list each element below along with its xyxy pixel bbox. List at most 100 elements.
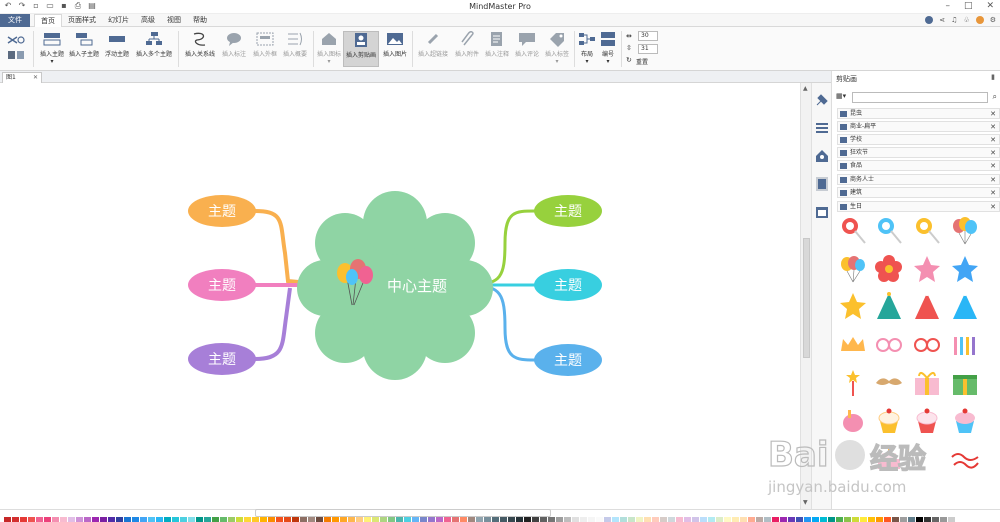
category-item[interactable]: 商务人士 ✕	[837, 174, 1000, 185]
color-swatch[interactable]	[580, 517, 587, 522]
color-swatch[interactable]	[660, 517, 667, 522]
color-swatch[interactable]	[388, 517, 395, 522]
color-swatch[interactable]	[4, 517, 11, 522]
format-painter-icon[interactable]	[5, 33, 27, 63]
mustache-icon[interactable]	[874, 367, 904, 397]
lollipop-icon[interactable]	[874, 216, 904, 246]
insert-attachment-button[interactable]: 插入附件	[453, 31, 481, 67]
color-swatch[interactable]	[860, 517, 867, 522]
close-icon[interactable]: ✕	[990, 122, 996, 132]
cloud-icon[interactable]	[925, 16, 934, 24]
floating-topic-button[interactable]: 浮动主题	[103, 31, 131, 67]
scroll-down-icon[interactable]: ▼	[803, 499, 808, 506]
gift-box-icon[interactable]	[950, 367, 980, 397]
category-item[interactable]: 昆虫 ✕	[837, 108, 1000, 119]
color-swatch[interactable]	[140, 517, 147, 522]
color-swatch[interactable]	[476, 517, 483, 522]
color-swatch[interactable]	[612, 517, 619, 522]
color-swatch[interactable]	[220, 517, 227, 522]
color-swatch[interactable]	[324, 517, 331, 522]
color-swatch[interactable]	[52, 517, 59, 522]
insert-topic-button[interactable]: 插入主题 ▾	[38, 31, 66, 67]
color-swatch[interactable]	[500, 517, 507, 522]
color-swatch[interactable]	[916, 517, 923, 522]
magic-wand-icon[interactable]	[838, 367, 868, 397]
color-swatch[interactable]	[548, 517, 555, 522]
close-icon[interactable]: ✕	[990, 161, 996, 171]
settings-icon[interactable]: ⚙	[990, 16, 996, 24]
topic-node-left-2[interactable]: 主题	[188, 269, 256, 301]
color-swatch[interactable]	[812, 517, 819, 522]
party-hat-icon[interactable]	[950, 291, 980, 321]
topic-node-right-3[interactable]: 主题	[534, 344, 602, 376]
star-icon[interactable]	[838, 291, 868, 321]
color-swatch[interactable]	[428, 517, 435, 522]
insert-comment-button[interactable]: 插入评论	[513, 31, 541, 67]
color-swatch[interactable]	[452, 517, 459, 522]
topic-node-right-2[interactable]: 主题	[534, 269, 602, 301]
share-icon[interactable]: ⋖	[939, 16, 945, 24]
pin-icon[interactable]: ▮	[991, 73, 995, 81]
lollipop-icon[interactable]	[838, 216, 868, 246]
color-swatch[interactable]	[708, 517, 715, 522]
color-swatch[interactable]	[740, 517, 747, 522]
category-item[interactable]: 商业-扁平 ✕	[837, 121, 1000, 132]
tab-page-style[interactable]: 页面样式	[62, 14, 102, 27]
color-swatch[interactable]	[572, 517, 579, 522]
color-swatch[interactable]	[748, 517, 755, 522]
color-swatch[interactable]	[772, 517, 779, 522]
color-swatch[interactable]	[196, 517, 203, 522]
color-swatch[interactable]	[236, 517, 243, 522]
insert-boundary-button[interactable]: 插入外框	[251, 31, 279, 67]
balloons-icon[interactable]	[950, 216, 980, 246]
tab-advanced[interactable]: 高级	[135, 14, 161, 27]
color-swatch[interactable]	[292, 517, 299, 522]
insert-image-button[interactable]: 插入图片	[381, 31, 409, 67]
color-swatch[interactable]	[12, 517, 19, 522]
color-swatch[interactable]	[732, 517, 739, 522]
color-swatch[interactable]	[644, 517, 651, 522]
star-icon[interactable]	[912, 254, 942, 284]
color-swatch[interactable]	[116, 517, 123, 522]
color-swatch[interactable]	[764, 517, 771, 522]
close-icon[interactable]: ✕	[990, 148, 996, 158]
format-tool-icon[interactable]	[815, 93, 829, 107]
insert-icon-button[interactable]: 插入图标 ▾	[316, 31, 342, 67]
color-swatch[interactable]	[188, 517, 195, 522]
scroll-up-icon[interactable]: ▲	[803, 85, 808, 92]
icons-panel-icon[interactable]	[815, 149, 829, 163]
color-swatch[interactable]	[316, 517, 323, 522]
color-swatch[interactable]	[372, 517, 379, 522]
color-swatch[interactable]	[28, 517, 35, 522]
outline-icon[interactable]	[815, 121, 829, 135]
close-tab-icon[interactable]: ✕	[33, 73, 38, 83]
color-swatch[interactable]	[228, 517, 235, 522]
insert-clipart-button[interactable]: 插入剪贴画	[343, 31, 379, 67]
maximize-button[interactable]: □	[964, 1, 973, 11]
color-swatch[interactable]	[124, 517, 131, 522]
numbering-button[interactable]: 编号 ▾	[598, 31, 618, 67]
gift-box-icon[interactable]	[912, 367, 942, 397]
color-swatch[interactable]	[20, 517, 27, 522]
color-swatch[interactable]	[180, 517, 187, 522]
star-icon[interactable]	[950, 254, 980, 284]
horizontal-spacing-input[interactable]: 30	[638, 31, 658, 41]
scrollbar-thumb[interactable]	[803, 238, 810, 358]
color-swatch[interactable]	[636, 517, 643, 522]
color-swatch[interactable]	[212, 517, 219, 522]
color-swatch[interactable]	[676, 517, 683, 522]
tab-home[interactable]: 首页	[34, 14, 62, 27]
close-icon[interactable]: ✕	[990, 109, 996, 119]
candles-icon[interactable]	[950, 329, 980, 359]
color-swatch[interactable]	[100, 517, 107, 522]
party-glasses-icon[interactable]	[912, 329, 942, 359]
color-swatch[interactable]	[524, 517, 531, 522]
close-icon[interactable]: ✕	[990, 135, 996, 145]
lollipop-icon[interactable]	[912, 216, 942, 246]
color-swatch[interactable]	[668, 517, 675, 522]
insert-hyperlink-button[interactable]: 插入超链接	[416, 31, 450, 67]
color-swatch[interactable]	[604, 517, 611, 522]
color-swatch[interactable]	[892, 517, 899, 522]
color-swatch[interactable]	[84, 517, 91, 522]
topic-node-right-1[interactable]: 主题	[534, 195, 602, 227]
